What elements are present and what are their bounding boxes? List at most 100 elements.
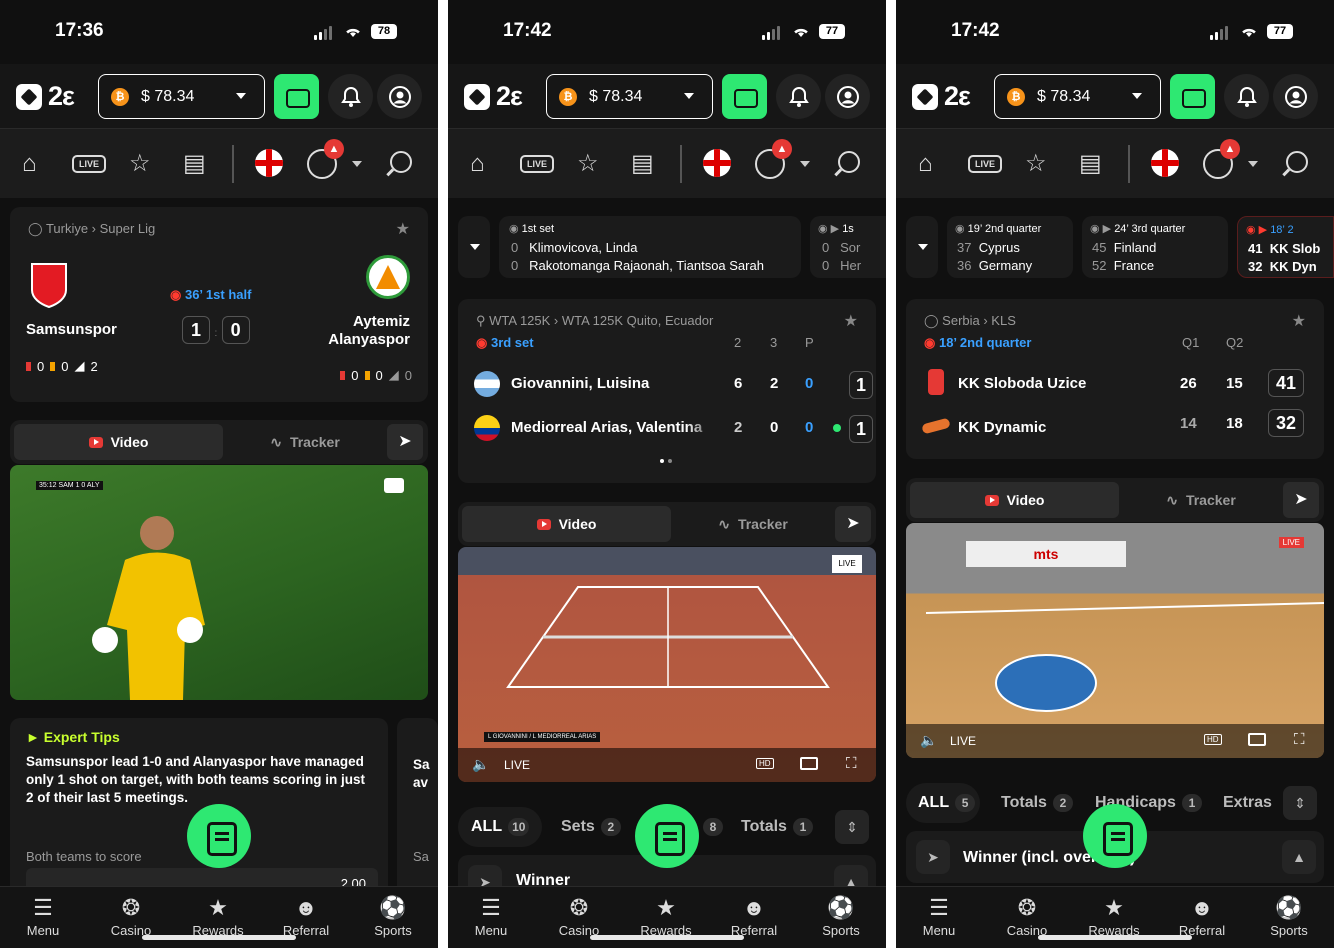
tab-tracker[interactable]: ∿ Tracker <box>225 424 385 460</box>
ticker-collapse-button[interactable] <box>458 216 490 278</box>
tab-video[interactable]: Video <box>462 506 671 542</box>
pin-button[interactable]: ➤ <box>1283 482 1319 518</box>
wallet-button[interactable] <box>1170 74 1215 119</box>
chevron-down-icon[interactable] <box>352 161 362 167</box>
bottom-nav-menu[interactable]: ☰ Menu <box>8 895 78 938</box>
market-tab-totals[interactable]: Totals 1 <box>741 818 813 836</box>
hd-icon[interactable]: HD <box>1204 734 1222 745</box>
video-player[interactable]: LIVE L GIOVANNINI / L MEDIORREAL ARIAS 🔈… <box>458 547 876 782</box>
bottom-nav-casino[interactable]: ❂ Casino <box>992 895 1062 938</box>
ticker-match-next[interactable]: ◉ ▶ 1s 0 Sor 0 Her <box>810 216 886 278</box>
video-player[interactable]: mts LIVE 🔈 LIVE HD ⛶ <box>906 523 1324 758</box>
tab-tracker[interactable]: ∿ Tracker <box>673 506 833 542</box>
bottom-nav-sports[interactable]: ⚽ Sports <box>1254 895 1324 938</box>
pip-icon[interactable] <box>1248 733 1266 746</box>
market-tab-other[interactable]: 8 <box>703 818 723 836</box>
market-tab-totals[interactable]: Totals 2 <box>1001 794 1073 812</box>
search-icon[interactable] <box>390 151 412 173</box>
favorite-star-icon[interactable]: ★ <box>396 219 410 239</box>
betslip-icon[interactable]: ▤ <box>631 151 654 177</box>
pin-button[interactable]: ➤ <box>387 424 423 460</box>
betslip-icon[interactable]: ▤ <box>183 151 206 177</box>
video-player[interactable]: 35:12 SAM 1 0 ALY <box>10 465 428 700</box>
ticker-match[interactable]: ◉ ▶ 24’ 3rd quarter 45 Finland 52 France <box>1082 216 1228 278</box>
ticker-match[interactable]: ◉ 19’ 2nd quarter 37 Cyprus 36 Germany <box>947 216 1073 278</box>
pin-icon[interactable]: ➤ <box>916 840 950 874</box>
hd-icon[interactable]: HD <box>756 758 774 769</box>
bottom-nav-rewards[interactable]: ★ Rewards <box>1079 895 1149 938</box>
market-tab-all-label[interactable]: ALL 10 <box>471 818 530 836</box>
balance-selector[interactable]: ₿ $ 78.34 <box>98 74 265 119</box>
account-button[interactable] <box>377 74 422 119</box>
england-flag-icon[interactable] <box>255 149 283 177</box>
chevron-down-icon[interactable] <box>1248 161 1258 167</box>
fullscreen-icon[interactable]: ⛶ <box>846 755 857 772</box>
bottom-nav-sports[interactable]: ⚽ Sports <box>358 895 428 938</box>
expert-tips-card-next[interactable]: Sa av Sa <box>397 718 438 898</box>
market-tab-all-label[interactable]: ALL 5 <box>918 794 976 812</box>
betslip-fab[interactable] <box>635 804 699 868</box>
ticker-match-active[interactable]: ◉ ▶ 18’ 2 41 KK Slob 32 KK Dyn <box>1237 216 1334 278</box>
search-icon[interactable] <box>1286 151 1308 173</box>
favorite-star-icon[interactable]: ★ <box>1292 311 1306 331</box>
brand-logo[interactable]: 2ε <box>16 81 75 112</box>
search-icon[interactable] <box>838 151 860 173</box>
match-card[interactable]: ⚲ WTA 125K › WTA 125K Quito, Ecuador ★ ◉… <box>458 299 876 483</box>
brand-logo[interactable]: 2ε <box>912 81 971 112</box>
betslip-fab[interactable] <box>1083 804 1147 868</box>
bottom-nav-rewards[interactable]: ★ Rewards <box>183 895 253 938</box>
expert-tips-card[interactable]: ► Expert Tips Samsunspor lead 1-0 and Al… <box>10 718 388 898</box>
live-icon[interactable]: LIVE <box>72 155 106 173</box>
notifications-button[interactable] <box>1224 74 1269 119</box>
bottom-nav-referral[interactable]: ☻ Referral <box>271 895 341 938</box>
bottom-nav-referral[interactable]: ☻ Referral <box>719 895 789 938</box>
wallet-button[interactable] <box>722 74 767 119</box>
ticker-collapse-button[interactable] <box>906 216 938 278</box>
betslip-fab[interactable] <box>187 804 251 868</box>
tab-video[interactable]: Video <box>910 482 1119 518</box>
bottom-nav-casino[interactable]: ❂ Casino <box>96 895 166 938</box>
pip-icon[interactable] <box>800 757 818 770</box>
market-tab-sets[interactable]: Sets 2 <box>561 818 621 836</box>
wallet-button[interactable] <box>274 74 319 119</box>
bottom-nav-rewards[interactable]: ★ Rewards <box>631 895 701 938</box>
balance-selector[interactable]: ₿ $ 78.34 <box>546 74 713 119</box>
account-button[interactable] <box>1273 74 1318 119</box>
match-card[interactable]: ◯ Serbia › KLS ★ ◉ 18’ 2nd quarter Q1 Q2… <box>906 299 1324 459</box>
home-icon[interactable]: ⌂ <box>470 151 485 177</box>
account-button[interactable] <box>825 74 870 119</box>
notifications-button[interactable] <box>776 74 821 119</box>
bottom-nav-sports[interactable]: ⚽ Sports <box>806 895 876 938</box>
favorite-star-icon[interactable]: ★ <box>844 311 858 331</box>
fullscreen-icon[interactable]: ⛶ <box>1294 731 1305 748</box>
chevron-up-icon[interactable]: ▲ <box>1282 840 1316 874</box>
notifications-button[interactable] <box>328 74 373 119</box>
home-icon[interactable]: ⌂ <box>22 151 37 177</box>
live-icon[interactable]: LIVE <box>968 155 1002 173</box>
chevron-down-icon[interactable] <box>800 161 810 167</box>
star-icon[interactable]: ☆ <box>129 151 151 177</box>
balance-selector[interactable]: ₿ $ 78.34 <box>994 74 1161 119</box>
tab-video[interactable]: Video <box>14 424 223 460</box>
live-icon[interactable]: LIVE <box>520 155 554 173</box>
market-tab-extras[interactable]: Extras <box>1223 794 1272 812</box>
star-icon[interactable]: ☆ <box>577 151 599 177</box>
england-flag-icon[interactable] <box>703 149 731 177</box>
bottom-nav-referral[interactable]: ☻ Referral <box>1167 895 1237 938</box>
ticker-match[interactable]: ◉ 1st set 0 Klimovicova, Linda 0 Rakotom… <box>499 216 801 278</box>
mute-icon[interactable]: 🔈 <box>920 732 937 749</box>
home-icon[interactable]: ⌂ <box>918 151 933 177</box>
match-card[interactable]: ◯ Turkiye › Super Lig ★ Samsunspor ◉ 36’… <box>10 207 428 402</box>
bottom-nav-menu[interactable]: ☰ Menu <box>904 895 974 938</box>
england-flag-icon[interactable] <box>1151 149 1179 177</box>
brand-logo[interactable]: 2ε <box>464 81 523 112</box>
collapse-all-button[interactable]: ⇕ <box>1283 786 1317 820</box>
mute-icon[interactable]: 🔈 <box>472 756 489 773</box>
bottom-nav-menu[interactable]: ☰ Menu <box>456 895 526 938</box>
bottom-nav-casino[interactable]: ❂ Casino <box>544 895 614 938</box>
collapse-all-button[interactable]: ⇕ <box>835 810 869 844</box>
tab-tracker[interactable]: ∿ Tracker <box>1121 482 1281 518</box>
star-icon[interactable]: ☆ <box>1025 151 1047 177</box>
betslip-icon[interactable]: ▤ <box>1079 151 1102 177</box>
pin-button[interactable]: ➤ <box>835 506 871 542</box>
